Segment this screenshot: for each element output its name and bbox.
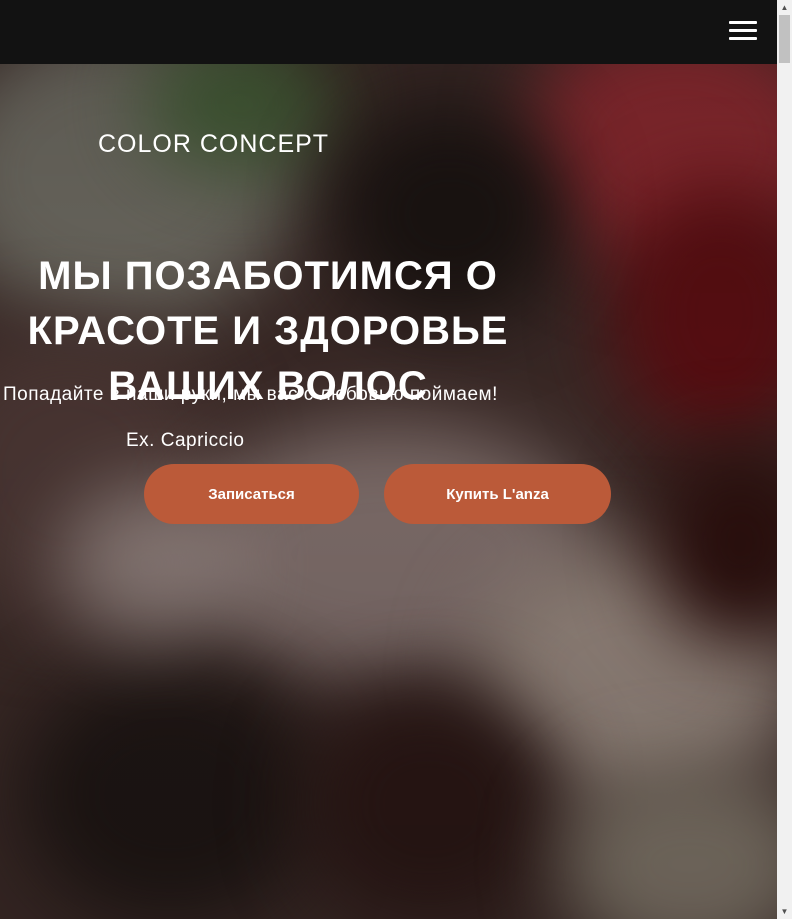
vertical-scrollbar[interactable]: ▲ ▼: [777, 0, 792, 919]
hero-subtitle: Попадайте в наши руки, мы вас с любовью …: [3, 384, 498, 405]
buy-lanza-button[interactable]: Купить L'anza: [384, 464, 611, 524]
book-appointment-button[interactable]: Записаться: [144, 464, 359, 524]
menu-line: [729, 21, 757, 24]
brand-name: COLOR CONCEPT: [98, 130, 330, 158]
menu-line: [729, 29, 757, 32]
menu-line: [729, 37, 757, 40]
scroll-down-arrow-icon[interactable]: ▼: [777, 904, 792, 919]
top-navigation-bar: [0, 0, 777, 64]
hamburger-menu-icon[interactable]: [729, 21, 757, 43]
scroll-up-arrow-icon[interactable]: ▲: [777, 0, 792, 15]
page-viewport: COLOR CONCEPT МЫ ПОЗАБОТИМСЯ О КРАСОТЕ И…: [0, 0, 777, 919]
former-salon-name: Ex. Capriccio: [126, 430, 245, 451]
scrollbar-thumb[interactable]: [779, 15, 790, 63]
